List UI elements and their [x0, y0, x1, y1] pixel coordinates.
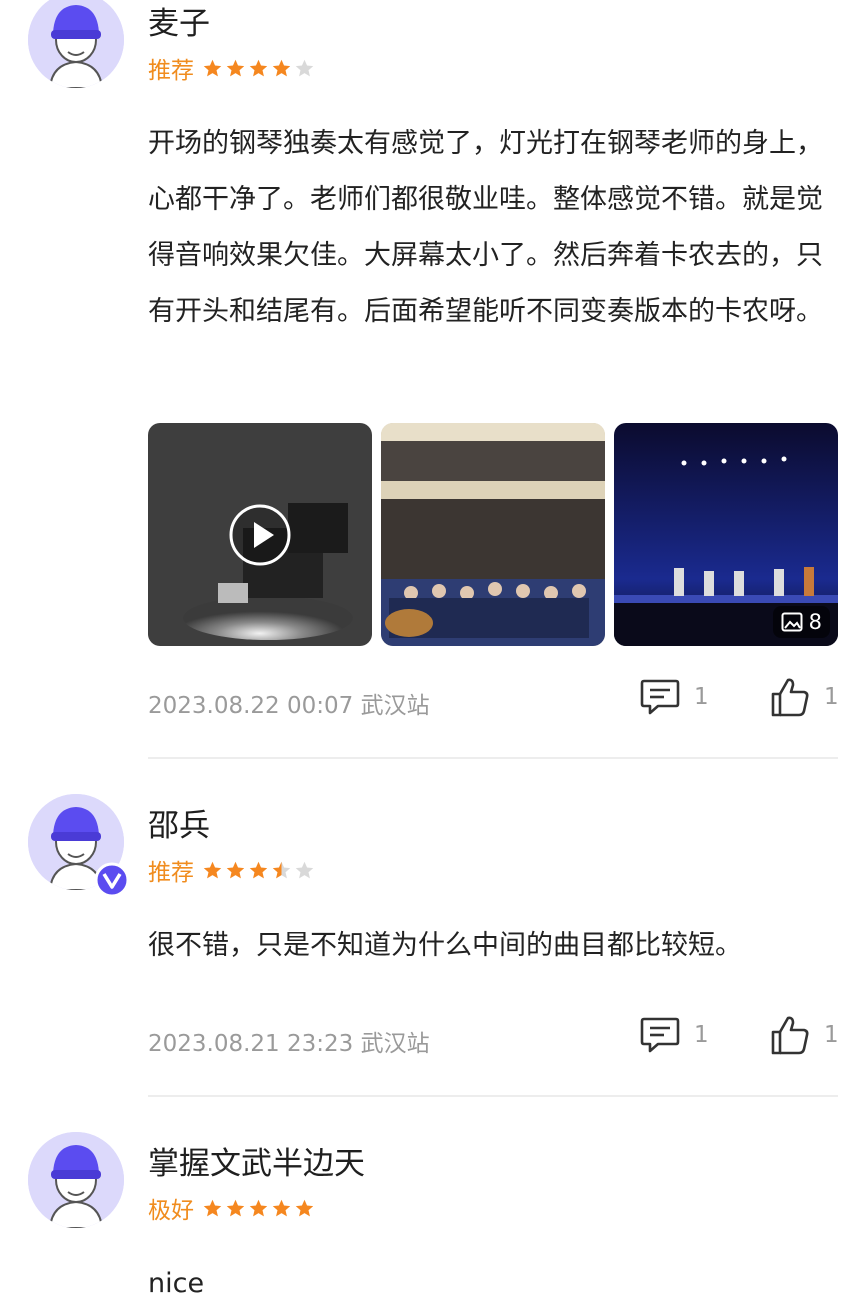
star-icon [203, 1199, 222, 1216]
divider [148, 757, 838, 759]
like-count: 1 [824, 1022, 839, 1048]
star-icon [295, 59, 314, 76]
review-item: 邵兵 推荐 很不错，只是不知道为什么中间的曲目都比较短。 2023.08.21 … [0, 760, 864, 1098]
review-time: 2023.08.21 23:23 [148, 1031, 354, 1057]
star-icon [295, 1199, 314, 1216]
avatar[interactable] [28, 0, 124, 88]
photo-thumbnail[interactable] [381, 423, 605, 646]
star-rating [202, 1198, 317, 1219]
thumbs-up-icon [771, 1016, 809, 1055]
review-time: 2023.08.22 00:07 [148, 693, 354, 719]
user-name[interactable]: 邵兵 [148, 800, 210, 845]
review-station: 武汉站 [360, 693, 430, 719]
review-text: nice [148, 1268, 205, 1299]
play-icon[interactable] [228, 503, 292, 567]
star-icon [272, 861, 291, 878]
like-button[interactable]: 1 [770, 676, 839, 718]
star-icon [226, 1199, 245, 1216]
rating-row: 极好 [148, 1194, 317, 1224]
star-icon [249, 861, 268, 878]
avatar[interactable] [28, 1132, 124, 1228]
verified-v-badge-icon [94, 862, 130, 898]
comment-button[interactable]: 1 [640, 1016, 709, 1054]
comment-count: 1 [694, 684, 709, 710]
thumbs-up-icon [771, 678, 809, 717]
divider [148, 1095, 838, 1097]
review-meta: 2023.08.21 23:23 武汉站 [148, 1024, 430, 1058]
rating-label: 极好 [148, 1198, 194, 1224]
rating-label: 推荐 [148, 860, 194, 886]
star-rating [202, 860, 317, 881]
user-name[interactable]: 麦子 [148, 0, 210, 43]
like-count: 1 [824, 684, 839, 710]
review-text: 开场的钢琴独奏太有感觉了，灯光打在钢琴老师的身上，心都干净了。老师们都很敬业哇。… [148, 128, 823, 327]
star-icon [226, 59, 245, 76]
comment-icon [640, 679, 680, 715]
image-gallery-icon [781, 612, 803, 632]
star-icon [226, 861, 245, 878]
rating-row: 推荐 [148, 54, 317, 84]
star-rating [202, 58, 317, 79]
star-icon [249, 1199, 268, 1216]
photo-thumbnail[interactable]: 8 [614, 423, 838, 646]
star-icon [249, 59, 268, 76]
rating-label: 推荐 [148, 58, 194, 84]
review-text: 很不错，只是不知道为什么中间的曲目都比较短。 [148, 930, 742, 961]
avatar-illustration [28, 1132, 124, 1228]
concert-hall-image [381, 423, 605, 646]
avatar-illustration [28, 0, 124, 88]
review-meta: 2023.08.22 00:07 武汉站 [148, 686, 430, 720]
star-icon [203, 59, 222, 76]
review-item: 麦子 推荐 开场的钢琴独奏太有感觉了，灯光打在钢琴老师的身上，心都干净了。老师们… [0, 0, 864, 760]
video-thumbnail[interactable] [148, 423, 372, 646]
star-icon [272, 1199, 291, 1216]
user-name[interactable]: 掌握文武半边天 [148, 1138, 365, 1183]
comment-count: 1 [694, 1022, 709, 1048]
photo-count: 8 [808, 610, 822, 634]
star-icon [295, 861, 314, 878]
review-station: 武汉站 [360, 1031, 430, 1057]
review-item: 掌握文武半边天 极好 nice [0, 1098, 864, 1299]
photo-strip: 8 [148, 423, 838, 646]
rating-row: 推荐 [148, 856, 317, 886]
comment-button[interactable]: 1 [640, 678, 709, 716]
star-icon [272, 59, 291, 76]
like-button[interactable]: 1 [770, 1014, 839, 1056]
comment-icon [640, 1017, 680, 1053]
photo-count-badge[interactable]: 8 [772, 606, 830, 638]
star-icon [203, 861, 222, 878]
